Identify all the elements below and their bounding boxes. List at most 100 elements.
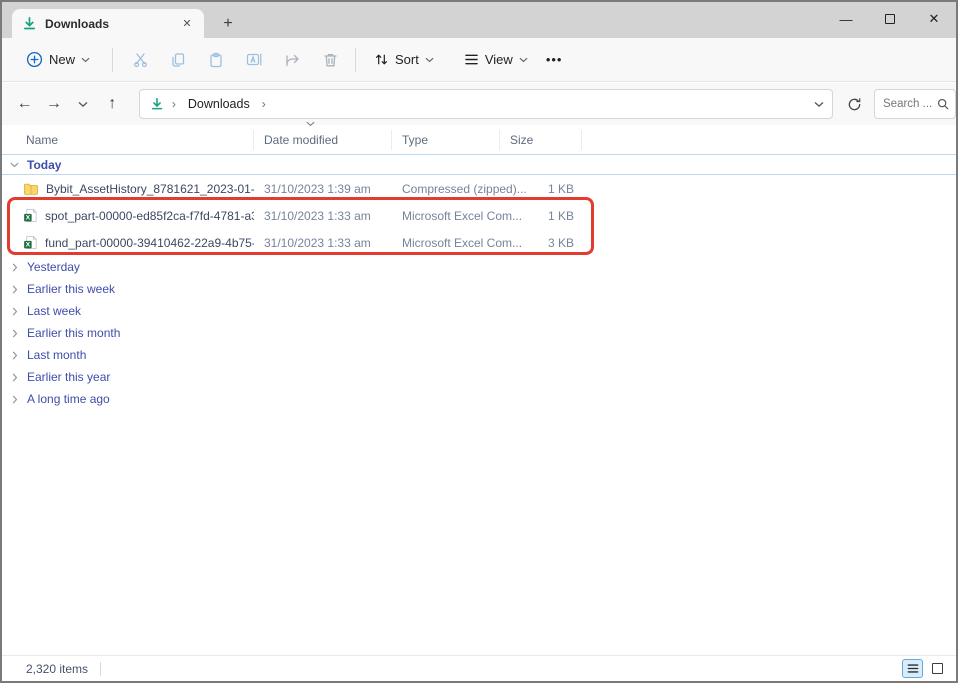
view-button[interactable]: View	[456, 46, 536, 73]
status-bar: 2,320 items	[2, 655, 956, 681]
copy-icon	[170, 52, 186, 68]
file-explorer-window: Downloads ✕ + — ✕ New	[0, 0, 958, 683]
paste-button[interactable]	[197, 44, 235, 76]
rename-icon	[246, 52, 263, 67]
back-button[interactable]: ←	[10, 89, 39, 119]
file-date: 31/10/2023 1:39 am	[254, 182, 392, 196]
address-dropdown-button[interactable]	[814, 101, 824, 108]
table-row[interactable]: X spot_part-00000-ed85f2ca-f7fd-4781-a3e…	[2, 202, 956, 229]
group-label: Earlier this month	[27, 326, 120, 340]
file-name: Bybit_AssetHistory_8781621_2023-01-01_20…	[46, 182, 254, 196]
chevron-right-icon	[12, 263, 18, 272]
new-button-label: New	[49, 52, 75, 67]
toolbar-separator	[112, 48, 113, 72]
file-list: Today Bybit_AssetHistory_8781621_2023-01…	[2, 154, 956, 655]
minimize-button[interactable]: —	[824, 2, 868, 36]
cut-button[interactable]	[121, 44, 159, 76]
view-toggles	[902, 659, 948, 678]
group-header-earlier-this-month[interactable]: Earlier this month	[2, 322, 956, 344]
file-name: spot_part-00000-ed85f2ca-f7fd-4781-a3e6-…	[45, 209, 254, 223]
new-tab-button[interactable]: +	[216, 12, 240, 36]
excel-file-icon: X	[23, 235, 38, 250]
tab-close-icon[interactable]: ✕	[178, 15, 196, 33]
file-size: 3 KB	[500, 236, 582, 250]
chevron-right-icon	[12, 395, 18, 404]
maximize-icon	[885, 14, 895, 24]
scissors-icon	[132, 51, 149, 68]
svg-text:X: X	[26, 242, 31, 249]
breadcrumb-downloads[interactable]: Downloads	[184, 95, 254, 113]
tab-downloads[interactable]: Downloads ✕	[12, 9, 204, 38]
thumbnails-view-button[interactable]	[927, 659, 948, 678]
file-date: 31/10/2023 1:33 am	[254, 236, 392, 250]
status-divider	[100, 662, 101, 676]
file-name: fund_part-00000-39410462-22a9-4b75-afb1-…	[45, 236, 254, 250]
sort-button[interactable]: Sort	[366, 46, 442, 73]
forward-button[interactable]: →	[39, 89, 68, 119]
view-lines-icon	[464, 53, 479, 66]
chevron-down-icon	[81, 57, 90, 63]
share-button[interactable]	[273, 44, 311, 76]
download-icon	[150, 97, 164, 111]
copy-button[interactable]	[159, 44, 197, 76]
group-label: Yesterday	[27, 260, 80, 274]
group-header-last-week[interactable]: Last week	[2, 300, 956, 322]
more-options-button[interactable]: •••	[546, 52, 563, 67]
column-header-spacer	[582, 130, 956, 150]
chevron-down-icon	[78, 101, 88, 108]
file-size: 1 KB	[500, 209, 582, 223]
chevron-down-icon	[425, 57, 434, 63]
group-header-earlier-this-year[interactable]: Earlier this year	[2, 366, 956, 388]
sort-arrows-icon	[374, 52, 389, 67]
svg-text:X: X	[26, 215, 31, 222]
file-type: Compressed (zipped)...	[392, 182, 500, 196]
group-label: Today	[27, 158, 61, 172]
close-button[interactable]: ✕	[912, 2, 956, 36]
table-row[interactable]: Bybit_AssetHistory_8781621_2023-01-01_20…	[2, 175, 956, 202]
column-headers: Name Date modified Type Size	[2, 125, 956, 154]
column-header-name[interactable]: Name	[2, 130, 254, 150]
breadcrumb-separator: ›	[170, 97, 178, 111]
group-label: Last week	[27, 304, 81, 318]
table-row[interactable]: X fund_part-00000-39410462-22a9-4b75-afb…	[2, 229, 956, 256]
chevron-right-icon	[12, 285, 18, 294]
group-label: A long time ago	[27, 392, 110, 406]
address-bar[interactable]: › Downloads ›	[139, 89, 833, 119]
search-box[interactable]	[874, 89, 956, 119]
details-view-button[interactable]	[902, 659, 923, 678]
search-icon	[937, 98, 949, 110]
sort-button-label: Sort	[395, 52, 419, 67]
tab-bar: Downloads ✕ + — ✕	[2, 2, 956, 38]
group-header-a-long-time-ago[interactable]: A long time ago	[2, 388, 956, 410]
group-header-earlier-this-week[interactable]: Earlier this week	[2, 278, 956, 300]
column-header-date-modified[interactable]: Date modified	[254, 130, 392, 150]
toolbar-separator	[355, 48, 356, 72]
recent-locations-button[interactable]	[68, 89, 97, 119]
chevron-right-icon	[12, 351, 18, 360]
group-label: Earlier this year	[27, 370, 110, 384]
search-input[interactable]	[883, 98, 933, 110]
thumbnails-view-icon	[932, 663, 943, 674]
column-header-type[interactable]: Type	[392, 130, 500, 150]
up-button[interactable]: ↑	[98, 89, 127, 119]
rename-button[interactable]	[235, 44, 273, 76]
details-view-icon	[907, 663, 919, 674]
column-header-size[interactable]: Size	[500, 130, 582, 150]
share-icon	[284, 52, 301, 68]
command-toolbar: New	[2, 38, 956, 82]
refresh-button[interactable]	[841, 90, 868, 118]
zip-folder-icon	[23, 182, 39, 196]
breadcrumb-separator: ›	[260, 97, 268, 111]
delete-button[interactable]	[311, 44, 349, 76]
refresh-icon	[847, 97, 862, 112]
new-button[interactable]: New	[18, 45, 98, 74]
group-label: Earlier this week	[27, 282, 115, 296]
excel-file-icon: X	[23, 208, 38, 223]
maximize-button[interactable]	[868, 2, 912, 36]
window-controls: — ✕	[824, 2, 956, 36]
file-type: Microsoft Excel Com...	[392, 209, 500, 223]
file-date: 31/10/2023 1:33 am	[254, 209, 392, 223]
group-header-yesterday[interactable]: Yesterday	[2, 256, 956, 278]
group-header-today[interactable]: Today	[2, 154, 956, 175]
group-header-last-month[interactable]: Last month	[2, 344, 956, 366]
